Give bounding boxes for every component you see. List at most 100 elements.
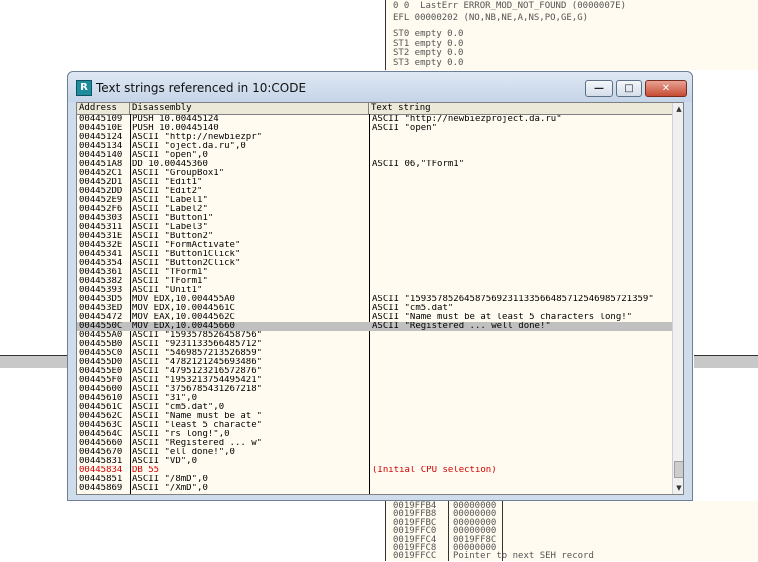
scrollbar-thumb[interactable] [674, 461, 683, 478]
cell-text-string: (Initial CPU selection) [372, 466, 497, 475]
table-row[interactable]: 004451A8 DD 10.00445360 ASCII 06,"TForm1" [77, 160, 672, 169]
cell-disassembly: ASCII "Name must be at " [132, 412, 263, 421]
scroll-down-icon[interactable]: ▼ [674, 483, 683, 493]
table-row[interactable]: 00445851 ASCII "/8mD",0 [77, 475, 672, 484]
table-row[interactable]: 00445472 MOV EAX,10.0044562C ASCII "Name m… [77, 313, 672, 322]
stack-address: 0019FFCC [393, 551, 437, 562]
cell-text-string: ASCII "Name must be at least 5 character… [372, 313, 633, 322]
table-row[interactable]: 004452F6 ASCII "Label2" [77, 205, 672, 214]
cell-disassembly: ASCII "TForm1" [132, 268, 208, 277]
cell-disassembly: ASCII "Label3" [132, 223, 208, 232]
cell-disassembly: DD 10.00445360 [132, 160, 208, 169]
table-row[interactable]: 00445341 ASCII "Button1Click" [77, 250, 672, 259]
cell-disassembly: ASCII "rs long!",0 [132, 430, 230, 439]
table-row[interactable]: 0044561C ASCII "cm5.dat",0 [77, 403, 672, 412]
cell-disassembly: ASCII "FormActivate" [132, 241, 241, 250]
table-row[interactable]: 004452DD ASCII "Edit2" [77, 187, 672, 196]
scroll-up-icon[interactable]: ▲ [674, 104, 683, 114]
table-row[interactable]: 004452D1 ASCII "Edit1" [77, 178, 672, 187]
cell-disassembly: DB 55 [132, 466, 160, 475]
column-header-disassembly[interactable]: Disassembly [130, 103, 369, 114]
table-row-selected[interactable]: 0044550C MOV EDX,10.00445660 ASCII "Regist… [77, 322, 672, 331]
table-row[interactable]: 00445600 ASCII "3756785431267218" [77, 385, 672, 394]
cell-disassembly: ASCII "/8mD",0 [132, 475, 208, 484]
column-header-address[interactable]: Address [77, 103, 130, 114]
table-row[interactable]: 00445109 PUSH 10.00445124 ASCII "http://ne… [77, 115, 672, 124]
cell-address: 004455D0 [79, 358, 123, 367]
cell-address: 00445361 [79, 268, 123, 277]
table-row[interactable]: 004453ED MOV EDX,10.0044561C ASCII "cm5.da… [77, 304, 672, 313]
register-line: EFL 00000202 (NO,NB,NE,A,NS,PO,GE,G) [393, 13, 589, 23]
table-row[interactable]: 00445311 ASCII "Label3" [77, 223, 672, 232]
cell-address: 00445140 [79, 151, 123, 160]
cell-disassembly: ASCII "1593578526458756" [132, 331, 263, 340]
table-row[interactable]: 00445393 ASCII "Unit1" [77, 286, 672, 295]
cell-disassembly: ASCII "Button1" [132, 214, 214, 223]
cell-address: 00445124 [79, 133, 123, 142]
cell-address: 0044561C [79, 403, 123, 412]
register-line: ST2 empty 0.0 [393, 48, 464, 58]
cell-disassembly: ASCII "31",0 [132, 394, 198, 403]
table-row[interactable]: 004452C1 ASCII "GroupBox1" [77, 169, 672, 178]
cell-address: 0044564C [79, 430, 123, 439]
table-row[interactable]: 004455C0 ASCII "5469857213526859" [77, 349, 672, 358]
cell-address: 00445472 [79, 313, 123, 322]
cell-text-string: ASCII "Registered ... well done!" [372, 322, 551, 331]
table-row[interactable]: 00445354 ASCII "Button2Click" [77, 259, 672, 268]
maximize-button[interactable]: □ [616, 80, 642, 97]
cell-address: 004451A8 [79, 160, 123, 169]
table-row[interactable]: 004455D0 ASCII "4782121245693486" [77, 358, 672, 367]
cell-address: 004452E9 [79, 196, 123, 205]
cell-disassembly: MOV EDX,10.00445660 [132, 322, 235, 331]
title-bar[interactable]: R Text strings referenced in 10:CODE — □… [68, 72, 692, 102]
table-row[interactable]: 004455E0 ASCII "4795123216572876" [77, 367, 672, 376]
table-row[interactable]: 004452E9 ASCII "Label1" [77, 196, 672, 205]
table-row[interactable]: 004455A0 ASCII "1593578526458756" [77, 331, 672, 340]
cell-disassembly: ASCII "http://newbiezpr" [132, 133, 263, 142]
table-row[interactable]: 0044562C ASCII "Name must be at " [77, 412, 672, 421]
cell-address: 00445600 [79, 385, 123, 394]
table-row[interactable]: 00445670 ASCII "ell done!",0 [77, 448, 672, 457]
cell-text-string: ASCII "159357852645875692311335664857125… [372, 295, 654, 304]
table-row[interactable]: 00445869 ASCII "/XmD",0 [77, 484, 672, 493]
table-row[interactable]: 00445140 ASCII "open",0 [77, 151, 672, 160]
cell-address: 004453ED [79, 304, 123, 313]
table-row[interactable]: 00445361 ASCII "TForm1" [77, 268, 672, 277]
table-row[interactable]: 00445134 ASCII "oject.da.ru",0 [77, 142, 672, 151]
register-line: ST3 empty 0.0 [393, 57, 464, 68]
cell-address: 00445382 [79, 277, 123, 286]
table-row[interactable]: 00445834 DB 55 (Initial CPU selection) [77, 466, 672, 475]
register-line: ST0 empty 0.0 [393, 29, 464, 39]
cell-address: 0044531E [79, 232, 123, 241]
cell-disassembly: ASCII "4795123216572876" [132, 367, 263, 376]
table-row[interactable]: 00445610 ASCII "31",0 [77, 394, 672, 403]
cell-address: 004452D1 [79, 178, 123, 187]
table-row[interactable]: 00445124 ASCII "http://newbiezpr" [77, 133, 672, 142]
cell-disassembly: MOV EDX,10.0044561C [132, 304, 235, 313]
table-row[interactable]: 00445382 ASCII "TForm1" [77, 277, 672, 286]
table-row[interactable]: 00445831 ASCII "VD",0 [77, 457, 672, 466]
cell-disassembly: ASCII "9231133566485712" [132, 340, 263, 349]
cell-address: 00445341 [79, 250, 123, 259]
cell-disassembly: MOV EAX,10.0044562C [132, 313, 235, 322]
cell-address: 00445354 [79, 259, 123, 268]
table-row[interactable]: 0044564C ASCII "rs long!",0 [77, 430, 672, 439]
table-row[interactable]: 00445660 ASCII "Registered ... w" [77, 439, 672, 448]
column-header-text-string[interactable]: Text string [369, 103, 672, 114]
table-body: 00445109 PUSH 10.00445124 ASCII "http://ne… [77, 115, 672, 493]
cell-address: 0044510E [79, 124, 123, 133]
cell-address: 00445610 [79, 394, 123, 403]
table-row[interactable]: 00445303 ASCII "Button1" [77, 214, 672, 223]
cell-address: 004455F0 [79, 376, 123, 385]
close-button[interactable]: ✕ [645, 80, 687, 97]
table-row[interactable]: 0044510E PUSH 10.00445140 ASCII "open" [77, 124, 672, 133]
table-row[interactable]: 004455F0 ASCII "1953213754495421" [77, 376, 672, 385]
table-row[interactable]: 0044531E ASCII "Button2" [77, 232, 672, 241]
vertical-scrollbar[interactable]: ▲ ▼ [672, 103, 683, 494]
strings-list[interactable]: Address Disassembly Text string 00445109… [76, 102, 684, 495]
table-row[interactable]: 004455B0 ASCII "9231133566485712" [77, 340, 672, 349]
minimize-button[interactable]: — [585, 80, 613, 97]
table-row[interactable]: 004453D5 MOV EDX,10.004455A0 ASCII "159357… [77, 295, 672, 304]
table-row[interactable]: 0044532E ASCII "FormActivate" [77, 241, 672, 250]
table-row[interactable]: 0044563C ASCII "least 5 characte" [77, 421, 672, 430]
